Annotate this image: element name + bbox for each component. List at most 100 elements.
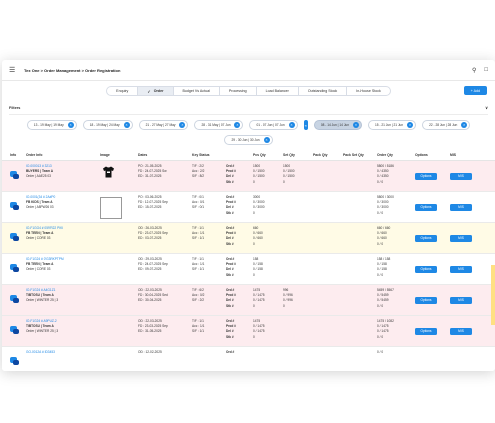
close-icon[interactable]: × bbox=[407, 122, 414, 128]
order-qty-value: 0 / 0 bbox=[377, 241, 384, 246]
week-chip[interactable]: 08 - 14 Jun | 14 Jun × bbox=[313, 120, 362, 130]
week-chip[interactable]: 18 - 19 May | 24 May × bbox=[82, 120, 133, 130]
pack-set-qty-cell bbox=[343, 223, 377, 253]
mis-button[interactable]: MIS bbox=[450, 328, 472, 335]
filters-label: Filters bbox=[9, 105, 21, 110]
chat-icon[interactable] bbox=[10, 326, 19, 334]
filters-header[interactable]: Filters ∨ bbox=[9, 101, 488, 115]
close-icon[interactable]: × bbox=[352, 122, 359, 128]
tab-processing[interactable]: Processing bbox=[220, 87, 257, 95]
week-chip[interactable]: 15 - 21 Jun | 21 Jun × bbox=[367, 120, 417, 130]
mis-button[interactable]: MIS bbox=[450, 266, 472, 273]
scroll-indicator[interactable] bbox=[491, 265, 495, 325]
pcs-qty-cell: 1475 0 / 1475 0 / 1475 0 bbox=[253, 285, 283, 315]
order-qty-cell: 5800 / 3000 0 / 3000 0 / 3000 0 / 0 bbox=[377, 192, 415, 222]
week-chip-label: 29 - 30 Jun | 30 Jun bbox=[231, 138, 260, 142]
qty-label: Stk # bbox=[226, 272, 234, 277]
chat-icon[interactable] bbox=[10, 202, 19, 210]
col-mis: MIS bbox=[450, 153, 457, 157]
tab-outstanding-stock[interactable]: Outstanding Stock bbox=[299, 87, 348, 95]
week-chip[interactable]: 28 - 31 May | 07 Jun × bbox=[194, 120, 244, 130]
col-set-qty: Set Qty bbox=[283, 153, 295, 157]
chevron-down-icon[interactable]: ∨ bbox=[485, 105, 488, 110]
order-info-cell: GO-0012A # ID3453 bbox=[26, 347, 100, 371]
close-icon[interactable]: × bbox=[123, 122, 130, 128]
options-button[interactable]: Options bbox=[415, 204, 437, 211]
set-qty-value: 0 bbox=[283, 179, 285, 184]
pcs-qty-cell bbox=[253, 347, 283, 371]
chat-icon[interactable] bbox=[10, 264, 19, 272]
bookmark-icon[interactable]: □ bbox=[484, 67, 488, 74]
tab-label: Processing bbox=[228, 89, 247, 93]
date-line: ED : 15-07-2025 bbox=[138, 205, 162, 210]
mis-button[interactable]: MIS bbox=[450, 235, 472, 242]
week-nav-button[interactable]: « bbox=[303, 120, 308, 130]
info-cell bbox=[2, 285, 26, 315]
week-chip[interactable]: 29 - 30 Jun | 30 Jun × bbox=[224, 135, 273, 145]
week-chips: 13 - 19 May | 19 May × 18 - 19 May | 24 Ma… bbox=[2, 115, 495, 145]
chat-icon[interactable] bbox=[10, 295, 19, 303]
order-info-cell: IO-F1G24 # A9PUZ-2 TIBTOSU | Team A Order … bbox=[26, 316, 100, 346]
menu-icon[interactable]: ☰ bbox=[9, 66, 21, 74]
close-icon[interactable]: × bbox=[234, 122, 241, 128]
options-button[interactable]: Options bbox=[415, 297, 437, 304]
options-cell: Options bbox=[415, 223, 450, 253]
tab-enquiry[interactable]: Enquiry bbox=[107, 87, 139, 95]
tab-in-house-stock[interactable]: In-House Stock bbox=[347, 87, 390, 95]
options-cell: Options bbox=[415, 161, 450, 191]
pack-set-qty-cell bbox=[343, 347, 377, 371]
mis-button[interactable]: MIS bbox=[450, 173, 472, 180]
week-chip[interactable]: 13 - 19 May | 19 May × bbox=[26, 120, 77, 130]
pack-qty-cell bbox=[313, 316, 343, 346]
order-qty-value bbox=[377, 366, 415, 371]
mis-button[interactable]: MIS bbox=[450, 204, 472, 211]
mis-cell bbox=[450, 347, 480, 371]
close-icon[interactable]: × bbox=[288, 122, 295, 128]
dates-cell: OD : 26-03-2025 FD : 23-07-2025 Sep ED : 0… bbox=[138, 223, 192, 253]
mis-cell: MIS bbox=[450, 254, 480, 284]
week-chip[interactable]: 22 - 28 Jun | 28 Jun × bbox=[422, 120, 471, 130]
table-row: IO-F1G24 # 0'G3RKPTPM FB TEEN | Team A Ord… bbox=[2, 254, 495, 285]
week-chip-row: 29 - 30 Jun | 30 Jun × bbox=[32, 135, 465, 145]
order-qty-cell: 5459 / 5567 0 / 5459 0 / 5459 0 / 0 bbox=[377, 285, 415, 315]
close-icon[interactable]: × bbox=[179, 122, 186, 128]
options-button[interactable]: Options bbox=[415, 173, 437, 180]
week-chip[interactable]: 21 - 27 May | 27 May × bbox=[138, 120, 189, 130]
tab-load-balancer[interactable]: Load Balancer bbox=[257, 87, 299, 95]
close-icon[interactable]: × bbox=[67, 122, 74, 128]
order-qty-cell: 0 / 0 bbox=[377, 347, 415, 371]
add-button[interactable]: + Add bbox=[463, 86, 487, 95]
set-qty-cell: 1500 0 / 1500 0 / 1500 0 bbox=[283, 161, 313, 191]
week-chip-label: 22 - 28 Jun | 28 Jun bbox=[429, 123, 458, 127]
tabs-group: Enquiry ✓ Order Budget Vs Actual Processing L… bbox=[106, 86, 391, 96]
product-image[interactable] bbox=[100, 197, 122, 219]
week-chip-label: 18 - 19 May | 24 May bbox=[89, 123, 120, 127]
chat-icon[interactable] bbox=[10, 233, 19, 241]
key-status-cell: T/F : 0/1 Acc : 0/1 S/F : 0/1 bbox=[192, 192, 226, 222]
search-icon[interactable]: ⚲ bbox=[472, 67, 476, 74]
key-status-cell bbox=[192, 347, 226, 371]
close-icon[interactable]: × bbox=[263, 137, 270, 143]
close-icon[interactable]: × bbox=[461, 122, 468, 128]
options-button[interactable]: Options bbox=[415, 266, 437, 273]
tab-budget-vs-actual[interactable]: Budget Vs Actual bbox=[174, 87, 220, 95]
mis-button[interactable]: MIS bbox=[450, 297, 472, 304]
week-chip[interactable]: 01 - 07 Jun | 07 Jun × bbox=[249, 120, 298, 130]
pcs-qty-value: 0 bbox=[253, 303, 255, 308]
chat-icon[interactable] bbox=[10, 171, 19, 179]
pcs-qty-value bbox=[253, 366, 283, 371]
tab-label: Outstanding Stock bbox=[307, 89, 338, 93]
order-qty-value: 0 / 0 bbox=[377, 210, 384, 215]
app-window: ☰ Tex One > Order Management > Order Reg… bbox=[2, 60, 495, 371]
options-button[interactable]: Options bbox=[415, 235, 437, 242]
chat-icon[interactable] bbox=[10, 357, 19, 365]
pack-set-qty-cell bbox=[343, 192, 377, 222]
col-image: Image bbox=[100, 153, 110, 157]
breadcrumb: Tex One > Order Management > Order Regis… bbox=[24, 67, 121, 73]
pcs-qty-value: 0 bbox=[253, 334, 255, 339]
set-qty-value bbox=[283, 366, 313, 371]
date-line: ED : 31-05-2025 bbox=[138, 329, 162, 334]
tab-order[interactable]: ✓ Order bbox=[138, 87, 174, 95]
options-button[interactable]: Options bbox=[415, 328, 437, 335]
tshirt-image[interactable] bbox=[102, 166, 115, 178]
